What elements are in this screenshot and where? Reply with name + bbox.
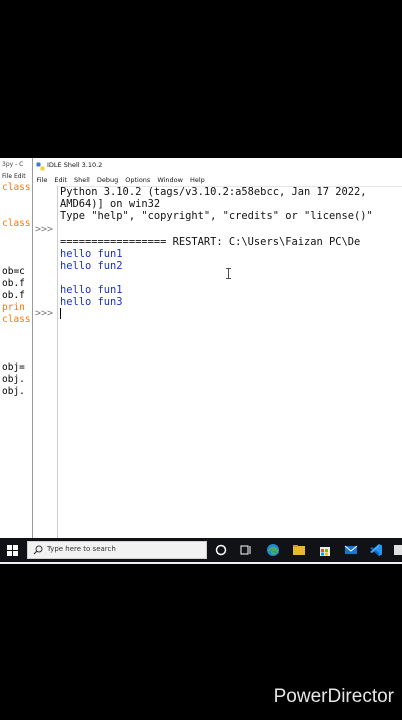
shell-titlebar[interactable]: IDLE Shell 3.10.2 [33, 158, 402, 175]
idle-shell-window[interactable]: IDLE Shell 3.10.2 File Edit Shell Debug Opti… [32, 158, 402, 540]
editor-code-line: obj. [2, 374, 25, 385]
background-editor-code[interactable]: class class ob=c ob.f ob.f prin class obj= ob… [2, 182, 32, 398]
menu-file[interactable]: File [33, 175, 51, 186]
editor-code-line: ob.f [2, 278, 25, 289]
store-icon[interactable] [318, 543, 332, 557]
desktop-screen: 3py - C File Edit class class ob=c ob.f ob… [0, 158, 402, 564]
search-icon [33, 545, 43, 555]
editor-code-line [2, 338, 32, 350]
menu-window[interactable]: Window [154, 175, 187, 186]
windows-start-icon[interactable] [7, 545, 18, 556]
shell-output-line: Python 3.10.2 (tags/v3.10.2:a58ebcc, Jan… [60, 186, 367, 198]
shell-title: IDLE Shell 3.10.2 [47, 161, 103, 169]
cortana-icon[interactable] [214, 543, 228, 557]
editor-code-line [2, 350, 32, 362]
shell-output-line: hello fun1 [60, 284, 123, 296]
editor-code-line: obj. [2, 386, 25, 397]
idle-taskbar-icon[interactable] [393, 543, 402, 557]
ibeam-cursor-icon [226, 268, 231, 279]
editor-code-line [2, 194, 32, 206]
editor-code-line: prin [2, 302, 25, 313]
editor-code-line [2, 206, 32, 218]
powerdirector-watermark: PowerDirector [273, 686, 394, 707]
text-cursor [60, 308, 61, 319]
editor-code-line [2, 230, 32, 242]
shell-output-line: hello fun2 [60, 260, 123, 272]
background-editor-menu[interactable]: File Edit [0, 172, 36, 182]
editor-code-line: obj= [2, 362, 25, 373]
task-view-icon[interactable] [239, 543, 253, 557]
menu-help[interactable]: Help [186, 175, 208, 186]
vscode-icon[interactable] [369, 543, 383, 557]
menu-shell[interactable]: Shell [70, 175, 93, 186]
prompt-marker: >>> [35, 224, 54, 235]
shell-output-line: ================= RESTART: C:\Users\Faiz… [60, 236, 361, 248]
shell-output-line: hello fun3 [60, 296, 123, 308]
file-explorer-icon[interactable] [292, 543, 306, 557]
menu-options[interactable]: Options [122, 175, 154, 186]
prompt-marker: >>> [35, 308, 54, 319]
editor-code-line: class [2, 182, 31, 193]
shell-output-line: hello fun1 [60, 248, 123, 260]
shell-output[interactable]: Python 3.10.2 (tags/v3.10.2:a58ebcc, Jan… [60, 186, 402, 540]
editor-code-line [2, 254, 32, 266]
search-placeholder: Type here to search [47, 545, 116, 553]
shell-output-line: Type "help", "copyright", "credits" or "… [60, 210, 373, 222]
mail-icon[interactable] [344, 543, 358, 557]
taskbar-search-box[interactable]: Type here to search [27, 541, 207, 559]
editor-code-line: class [2, 314, 31, 325]
editor-code-line [2, 326, 32, 338]
menu-edit[interactable]: Edit [51, 175, 71, 186]
edge-browser-icon[interactable] [266, 543, 280, 557]
background-editor-title: 3py - C [0, 158, 36, 172]
background-editor-window[interactable]: 3py - C File Edit class class ob=c ob.f ob… [0, 158, 36, 538]
shell-output-line: AMD64)] on win32 [60, 198, 161, 210]
editor-code-line: class [2, 218, 31, 229]
windows-taskbar: Type here to search [0, 538, 402, 562]
python-icon [36, 162, 45, 171]
editor-code-line [2, 242, 32, 254]
prompt-gutter: >>> >>> [33, 186, 58, 540]
editor-code-line: ob.f [2, 290, 25, 301]
editor-code-line: ob=c [2, 266, 25, 277]
menu-debug[interactable]: Debug [93, 175, 121, 186]
